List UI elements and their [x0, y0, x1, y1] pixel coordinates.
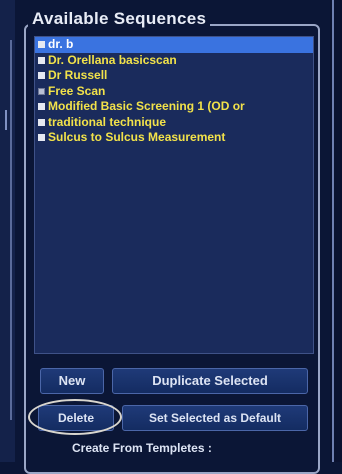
list-item-label: dr. b: [48, 37, 74, 51]
sequence-list[interactable]: dr. b Dr. Orellana basicscan Dr Russell …: [34, 36, 314, 354]
checkbox-icon: [38, 118, 45, 126]
list-item-label: Dr Russell: [48, 68, 108, 82]
group-title: Available Sequences: [28, 9, 211, 29]
checkbox-icon: [38, 87, 45, 95]
list-item-label: traditional technique: [48, 114, 167, 129]
list-item[interactable]: traditional technique: [35, 115, 313, 131]
set-default-button[interactable]: Set Selected as Default: [122, 405, 308, 431]
list-item-label: Dr. Orellana basicscan: [48, 52, 177, 67]
left-panel-edge: [0, 0, 15, 462]
list-item[interactable]: Modified Basic Screening 1 (OD or: [35, 99, 313, 115]
list-item[interactable]: Dr Russell: [35, 68, 313, 84]
checkbox-icon: [38, 56, 45, 64]
divider-line: [332, 0, 334, 462]
checkbox-icon: [38, 72, 45, 80]
new-button[interactable]: New: [40, 368, 104, 394]
list-item-label: Modified Basic Screening 1 (OD or: [48, 99, 245, 113]
divider-tick: [5, 110, 7, 130]
delete-button[interactable]: Delete: [38, 405, 114, 431]
checkbox-icon: [38, 134, 45, 142]
right-panel-edge: [330, 0, 342, 462]
list-item[interactable]: Free Scan: [35, 84, 313, 100]
create-from-templates-label: Create From Templetes :: [72, 441, 212, 455]
checkbox-icon: [38, 103, 45, 111]
list-item-label: Sulcus to Sulcus Measurement: [48, 130, 226, 144]
list-item-label: Free Scan: [48, 83, 106, 98]
list-item[interactable]: dr. b: [35, 37, 313, 53]
duplicate-selected-button[interactable]: Duplicate Selected: [112, 368, 308, 394]
list-item[interactable]: Dr. Orellana basicscan: [35, 53, 313, 69]
divider-line: [10, 40, 12, 420]
checkbox-icon: [38, 41, 45, 49]
list-item[interactable]: Sulcus to Sulcus Measurement: [35, 130, 313, 146]
